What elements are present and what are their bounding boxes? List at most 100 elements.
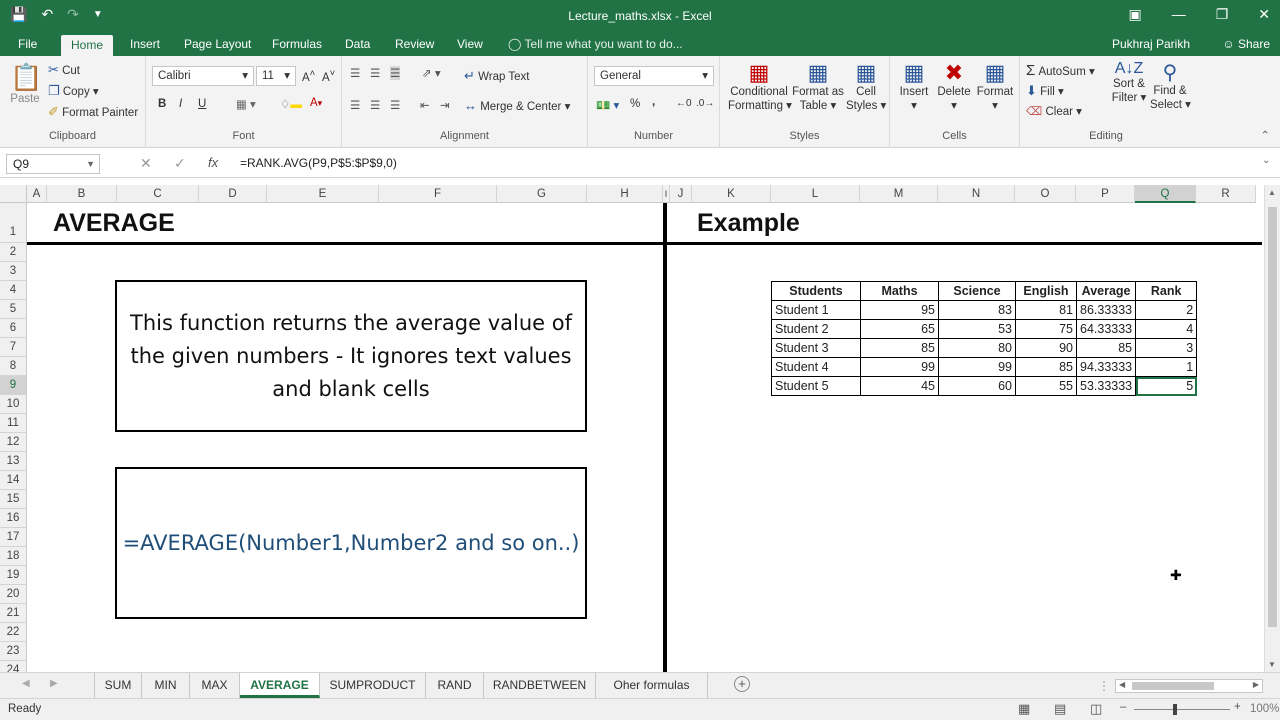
bold-button[interactable]: B (158, 98, 166, 110)
row-header-20[interactable]: 20 (0, 585, 27, 604)
number-format-dropdown[interactable]: General ▾ (594, 66, 714, 86)
tab-view[interactable]: View (447, 32, 493, 56)
column-header-l[interactable]: L (771, 185, 860, 203)
insert-cells-button[interactable]: ▦ Insert ▾ (896, 60, 932, 112)
cell-maths[interactable]: 99 (860, 357, 939, 377)
column-header-d[interactable]: D (199, 185, 267, 203)
accounting-icon[interactable]: 💵 ▾ (596, 98, 619, 112)
cell-student[interactable]: Student 3 (771, 338, 861, 358)
cell-student[interactable]: Student 5 (771, 376, 861, 396)
cell-student[interactable]: Student 1 (771, 300, 861, 320)
column-header-e[interactable]: E (267, 185, 379, 203)
prev-sheet-icon[interactable]: ◀ (22, 678, 30, 689)
vertical-scroll-thumb[interactable] (1268, 207, 1277, 627)
increase-decimal-icon[interactable]: ←0 (676, 98, 692, 109)
row-header-2[interactable]: 2 (0, 243, 27, 262)
borders-icon[interactable]: ▦ ▾ (236, 97, 256, 111)
zoom-slider[interactable] (1134, 709, 1230, 710)
fill-color-icon[interactable]: ♢▬ (280, 97, 302, 111)
row-header-9[interactable]: 9 (0, 376, 27, 395)
tab-formulas[interactable]: Formulas (262, 32, 332, 56)
zoom-out-icon[interactable]: – (1120, 701, 1126, 713)
ribbon-display-icon[interactable]: ▣ (1128, 6, 1141, 23)
tab-split-handle[interactable]: ⋮ (1098, 679, 1110, 693)
horizontal-scrollbar[interactable]: ◀ ▶ (1115, 679, 1263, 693)
select-all-corner[interactable] (0, 185, 27, 203)
minimize-icon[interactable]: — (1172, 6, 1186, 23)
column-header-c[interactable]: C (117, 185, 199, 203)
close-icon[interactable]: ✕ (1258, 6, 1270, 23)
enter-icon[interactable]: ✓ (174, 155, 186, 172)
row-header-14[interactable]: 14 (0, 471, 27, 490)
row-header-21[interactable]: 21 (0, 604, 27, 623)
scroll-right-icon[interactable]: ▶ (1253, 680, 1259, 689)
row-header-23[interactable]: 23 (0, 642, 27, 661)
font-color-icon[interactable]: A▾ (310, 97, 322, 109)
sheet-tab-rand[interactable]: RAND (426, 673, 484, 698)
zoom-in-icon[interactable]: + (1234, 701, 1241, 713)
column-header-h[interactable]: H (587, 185, 663, 203)
share-button[interactable]: ☺ Share (1222, 32, 1270, 56)
page-break-view-icon[interactable]: ◫ (1090, 701, 1102, 717)
cell-english[interactable]: 55 (1015, 376, 1077, 396)
cell-science[interactable]: 60 (938, 376, 1016, 396)
tab-file[interactable]: File (8, 32, 47, 56)
cell-styles-button[interactable]: ▦ Cell Styles ▾ (846, 60, 886, 112)
conditional-formatting-button[interactable]: ▦ Conditional Formatting ▾ (728, 60, 792, 112)
cell-rank[interactable]: 2 (1135, 300, 1198, 320)
horizontal-scroll-thumb[interactable] (1132, 682, 1214, 690)
row-header-22[interactable]: 22 (0, 623, 27, 642)
vertical-scrollbar[interactable]: ▲ ▼ (1264, 185, 1280, 672)
header-rank[interactable]: Rank (1135, 281, 1198, 301)
header-science[interactable]: Science (938, 281, 1016, 301)
insert-function-button[interactable]: fx (208, 155, 218, 170)
column-header-a[interactable]: A (27, 185, 47, 203)
tab-page-layout[interactable]: Page Layout (174, 32, 261, 56)
row-header-1[interactable]: 1 (0, 203, 27, 243)
sheet-tab-min[interactable]: MIN (142, 673, 190, 698)
row-header-6[interactable]: 6 (0, 319, 27, 338)
cell-average[interactable]: 86.33333 (1075, 300, 1137, 320)
comma-button[interactable]: , (652, 96, 655, 108)
column-header-b[interactable]: B (47, 185, 117, 203)
tab-data[interactable]: Data (335, 32, 380, 56)
cut-button[interactable]: ✂ Cut (48, 62, 80, 78)
sheet-tab-max[interactable]: MAX (190, 673, 240, 698)
row-header-19[interactable]: 19 (0, 566, 27, 585)
cell-average[interactable]: 53.33333 (1075, 376, 1137, 396)
row-header-10[interactable]: 10 (0, 395, 27, 414)
decrease-indent-icon[interactable]: ⇤ (420, 98, 430, 112)
cell-science[interactable]: 80 (938, 338, 1016, 358)
worksheet-grid[interactable]: A B C D E F G H I J K L M N O P Q R 1 2 … (0, 185, 1264, 672)
cell-student[interactable]: Student 4 (771, 357, 861, 377)
underline-button[interactable]: U (198, 98, 206, 110)
italic-button[interactable]: I (179, 98, 182, 110)
sheet-tab-randbetween[interactable]: RANDBETWEEN (484, 673, 596, 698)
decrease-decimal-icon[interactable]: .0→ (696, 98, 714, 109)
row-header-8[interactable]: 8 (0, 357, 27, 376)
scroll-left-icon[interactable]: ◀ (1119, 680, 1125, 689)
increase-indent-icon[interactable]: ⇥ (440, 98, 450, 112)
column-header-k[interactable]: K (692, 185, 771, 203)
autosum-button[interactable]: Σ AutoSum ▾ (1026, 62, 1095, 79)
sheet-tab-sum[interactable]: SUM (94, 673, 142, 698)
row-header-7[interactable]: 7 (0, 338, 27, 357)
column-header-p[interactable]: P (1076, 185, 1135, 203)
next-sheet-icon[interactable]: ▶ (50, 678, 58, 689)
scroll-down-icon[interactable]: ▼ (1268, 660, 1276, 669)
column-header-q[interactable]: Q (1135, 185, 1196, 203)
format-painter-button[interactable]: ✐ Format Painter (48, 104, 138, 120)
cell-average[interactable]: 85 (1075, 338, 1137, 358)
shrink-font-icon[interactable]: A˅ (322, 68, 335, 84)
expand-formula-bar-icon[interactable]: ⌄ (1262, 155, 1270, 166)
row-header-12[interactable]: 12 (0, 433, 27, 452)
tab-insert[interactable]: Insert (120, 32, 170, 56)
column-header-r[interactable]: R (1196, 185, 1256, 203)
cell-science[interactable]: 83 (938, 300, 1016, 320)
cell-average[interactable]: 64.33333 (1075, 319, 1137, 339)
zoom-level[interactable]: 100% (1250, 703, 1279, 715)
row-header-13[interactable]: 13 (0, 452, 27, 471)
zoom-slider-thumb[interactable] (1173, 704, 1177, 715)
format-cells-button[interactable]: ▦ Format ▾ (976, 60, 1014, 112)
tab-review[interactable]: Review (385, 32, 444, 56)
